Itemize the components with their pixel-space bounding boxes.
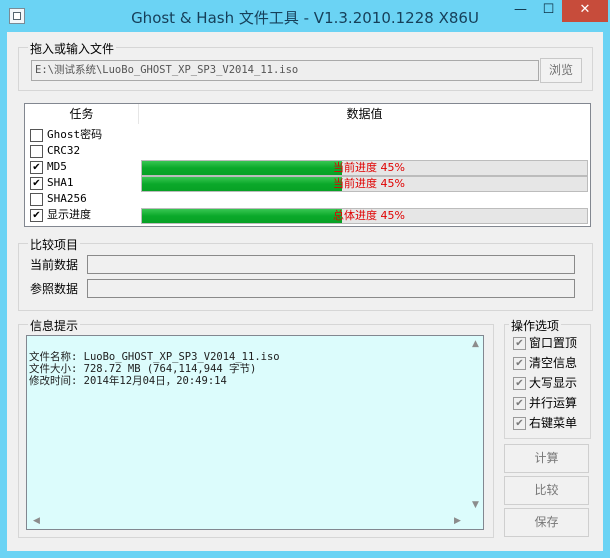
info-text-area[interactable]: 文件名称: LuoBo_GHOST_XP_SP3_V2014_11.iso 文件… — [26, 335, 484, 530]
compute-button[interactable]: 计算 — [504, 444, 589, 473]
progress-text: 总体进度 45% — [333, 209, 405, 222]
option-label: 并行运算 — [529, 396, 578, 410]
info-line-filesize: 文件大小: 728.72 MB (764,114,944 字节) — [29, 363, 257, 375]
task-checkbox-show-progress[interactable]: ✔ — [30, 209, 43, 222]
task-checkbox-sha256[interactable] — [30, 193, 43, 206]
progress-fill — [142, 161, 343, 175]
task-label: MD5 — [47, 160, 67, 173]
option-checkbox[interactable]: ✔ — [513, 417, 526, 430]
task-row-sha256: SHA256 — [25, 191, 589, 207]
task-label: SHA256 — [47, 192, 87, 205]
task-row-ghost-password: Ghost密码 — [25, 127, 589, 143]
task-checkbox-md5[interactable]: ✔ — [30, 161, 43, 174]
maximize-button[interactable]: ☐ — [535, 0, 562, 22]
compare-group-title: 比较项目 — [28, 236, 81, 253]
info-line-modified: 修改时间: 2014年12月04日，20:49:14 — [29, 375, 227, 387]
minimize-button[interactable]: — — [506, 0, 535, 22]
file-path-input[interactable]: E:\测试系统\LuoBo_GHOST_XP_SP3_V2014_11.iso — [31, 60, 539, 81]
task-checkbox-ghost-password[interactable] — [30, 129, 43, 142]
close-button[interactable]: ✕ — [562, 0, 608, 22]
info-group-title: 信息提示 — [28, 317, 81, 334]
option-label: 清空信息 — [529, 356, 578, 370]
current-data-field[interactable] — [87, 255, 575, 274]
task-label: CRC32 — [47, 144, 81, 157]
current-data-label: 当前数据 — [30, 258, 79, 272]
scroll-left-arrow-icon[interactable]: ◀ — [33, 516, 40, 526]
option-label: 大写显示 — [529, 376, 578, 390]
option-checkbox[interactable]: ✔ — [513, 397, 526, 410]
task-label: Ghost密码 — [47, 128, 103, 141]
overall-progress-bar: 总体进度 45% — [141, 208, 588, 224]
task-checkbox-crc32[interactable] — [30, 145, 43, 158]
reference-data-field[interactable] — [87, 279, 575, 298]
progress-text: 当前进度 45% — [333, 161, 405, 174]
option-label: 窗口置顶 — [529, 336, 578, 350]
sha1-progress-bar: 当前进度 45% — [141, 176, 588, 192]
options-group-title: 操作选项 — [509, 317, 562, 334]
task-row-show-progress: ✔ 显示进度 总体进度 45% — [25, 207, 589, 224]
main-window: 拖入或输入文件 E:\测试系统\LuoBo_GHOST_XP_SP3_V2014… — [7, 32, 603, 551]
drop-file-group-title: 拖入或输入文件 — [28, 40, 117, 57]
title-bar: Ghost & Hash 文件工具 - V1.3.2010.1228 X86U … — [0, 0, 610, 32]
task-checkbox-sha1[interactable]: ✔ — [30, 177, 43, 190]
reference-data-label: 参照数据 — [30, 282, 79, 296]
save-button[interactable]: 保存 — [504, 508, 589, 537]
compare-group — [18, 243, 593, 311]
task-label: SHA1 — [47, 176, 74, 189]
option-checkbox[interactable]: ✔ — [513, 337, 526, 350]
option-checkbox[interactable]: ✔ — [513, 357, 526, 370]
option-label: 右键菜单 — [529, 416, 578, 430]
task-table: 任务 数据值 Ghost密码 CRC32 ✔ MD5 当前进度 45% ✔ SH… — [24, 103, 591, 227]
task-row-crc32: CRC32 — [25, 143, 589, 159]
scroll-up-arrow-icon[interactable]: ▲ — [472, 339, 479, 349]
compare-button[interactable]: 比较 — [504, 476, 589, 505]
md5-progress-bar: 当前进度 45% — [141, 160, 588, 176]
column-header-value[interactable]: 数据值 — [138, 104, 590, 124]
scroll-down-arrow-icon[interactable]: ▼ — [472, 500, 479, 510]
column-header-task[interactable]: 任务 — [25, 104, 138, 124]
task-row-sha1: ✔ SHA1 当前进度 45% — [25, 175, 589, 192]
option-checkbox[interactable]: ✔ — [513, 377, 526, 390]
task-row-md5: ✔ MD5 当前进度 45% — [25, 159, 589, 176]
browse-button[interactable]: 浏览 — [540, 58, 582, 83]
progress-fill — [142, 209, 343, 223]
task-label: 显示进度 — [47, 208, 91, 221]
info-line-filename: 文件名称: LuoBo_GHOST_XP_SP3_V2014_11.iso — [29, 351, 280, 363]
progress-fill — [142, 177, 343, 191]
progress-text: 当前进度 45% — [333, 177, 405, 190]
scroll-right-arrow-icon[interactable]: ▶ — [454, 516, 461, 526]
